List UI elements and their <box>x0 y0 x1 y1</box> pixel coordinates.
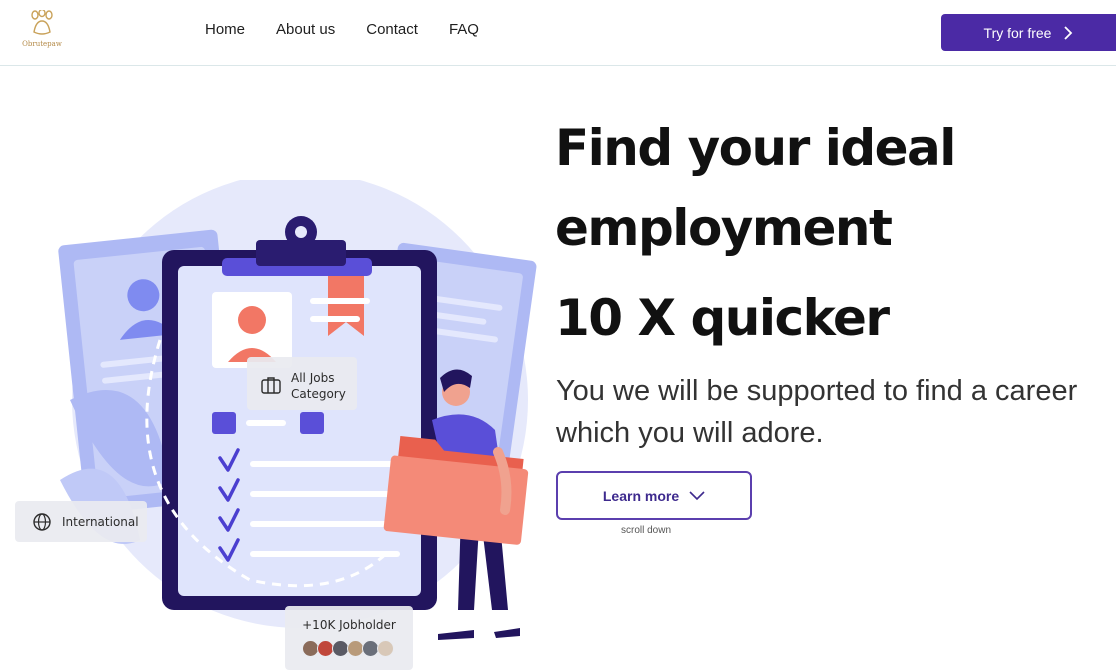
hero-title-line-2: employment <box>555 199 893 257</box>
hero-title-line-1: Find your ideal <box>555 119 956 177</box>
international-label: International <box>62 515 139 529</box>
all-jobs-category-label: All Jobs Category <box>291 371 346 401</box>
jobholder-count-tag: +10K Jobholder <box>285 606 413 670</box>
try-for-free-label: Try for free <box>983 24 1052 41</box>
main-nav: Home About us Contact FAQ <box>205 21 510 39</box>
learn-more-button[interactable]: Learn more <box>556 471 752 520</box>
logo[interactable]: Obrutepaw <box>20 10 64 50</box>
scroll-down-hint: scroll down <box>620 525 672 536</box>
hero-illustration <box>0 172 540 670</box>
globe-icon <box>33 513 51 531</box>
nav-contact[interactable]: Contact <box>366 21 418 39</box>
nav-faq[interactable]: FAQ <box>449 21 479 39</box>
avatar-group <box>302 640 394 657</box>
jobholder-count-label: +10K Jobholder <box>302 618 396 632</box>
clipboard-resume-illustration <box>58 172 537 640</box>
paw-icon <box>31 10 53 35</box>
nav-about-us[interactable]: About us <box>276 21 335 39</box>
all-jobs-category-tag: All Jobs Category <box>247 357 357 410</box>
chevron-down-icon <box>689 490 705 500</box>
nav-home[interactable]: Home <box>205 21 245 39</box>
hero-subtitle: You we will be supported to find a caree… <box>556 375 1078 449</box>
site-header: Obrutepaw Home About us Contact FAQ Try … <box>0 0 1116 66</box>
chevron-right-icon <box>1064 25 1073 40</box>
avatar <box>377 640 394 657</box>
briefcase-icon <box>261 377 281 394</box>
international-tag: International <box>15 501 147 542</box>
hero-title-line-3: 10 X quicker <box>555 289 890 347</box>
logo-text: Obrutepaw <box>22 40 62 48</box>
try-for-free-button[interactable]: Try for free <box>941 14 1116 51</box>
learn-more-label: Learn more <box>602 487 680 504</box>
